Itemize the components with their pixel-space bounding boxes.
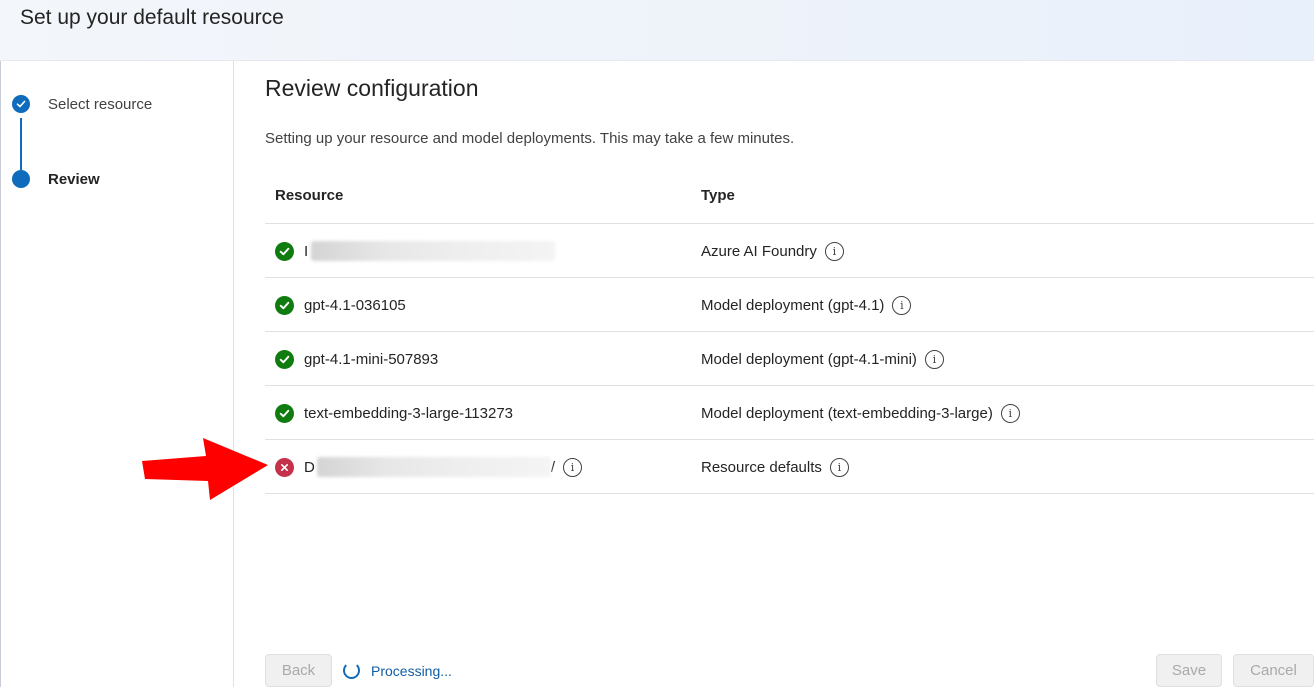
table-row: D / i Resource defaults i [265, 440, 1314, 494]
resource-type: Model deployment (gpt-4.1) [701, 296, 885, 314]
resource-name: D [304, 458, 315, 476]
back-button[interactable]: Back [265, 654, 332, 687]
resource-name: gpt-4.1-mini-507893 [304, 350, 439, 368]
info-icon[interactable]: i [1000, 403, 1020, 423]
processing-indicator: Processing... [343, 654, 452, 687]
resource-cell: I [275, 224, 556, 278]
info-icon[interactable]: i [829, 457, 849, 477]
info-icon[interactable]: i [892, 295, 912, 315]
resource-type: Resource defaults [701, 458, 822, 476]
redacted-text [316, 457, 551, 477]
page-description: Setting up your resource and model deplo… [265, 130, 795, 147]
info-icon[interactable]: i [824, 241, 844, 261]
table-row: text-embedding-3-large-113273 Model depl… [265, 386, 1314, 440]
resource-type: Model deployment (text-embedding-3-large… [701, 404, 993, 422]
resource-cell: gpt-4.1-036105 [275, 278, 406, 332]
redacted-text [311, 241, 556, 261]
type-cell: Azure AI Foundry i [701, 224, 844, 278]
error-x-icon [275, 457, 294, 477]
resource-type: Model deployment (gpt-4.1-mini) [701, 350, 917, 368]
resource-name: I [304, 242, 309, 260]
step-select-resource[interactable]: Select resource [12, 95, 152, 113]
dialog-footer: Back Processing... Save Cancel [265, 654, 1314, 687]
type-cell: Resource defaults i [701, 440, 849, 494]
table-row: gpt-4.1-mini-507893 Model deployment (gp… [265, 332, 1314, 386]
success-check-icon [275, 403, 294, 423]
step-label: Review [48, 170, 100, 188]
save-button[interactable]: Save [1156, 654, 1222, 687]
resource-cell: gpt-4.1-mini-507893 [275, 332, 438, 386]
resource-name-suffix: / [550, 458, 556, 476]
resource-name: gpt-4.1-036105 [304, 296, 406, 314]
table-header: Resource Type [265, 169, 1314, 224]
dialog-header: Set up your default resource [0, 0, 1314, 61]
type-cell: Model deployment (text-embedding-3-large… [701, 386, 1020, 440]
resource-name: text-embedding-3-large-113273 [304, 404, 514, 422]
info-icon[interactable]: i [563, 457, 583, 477]
success-check-icon [275, 295, 294, 315]
type-cell: Model deployment (gpt-4.1-mini) i [701, 332, 944, 386]
red-arrow-annotation-icon [142, 438, 268, 500]
processing-label: Processing... [371, 662, 452, 679]
page-title: Review configuration [265, 75, 479, 101]
dialog-title: Set up your default resource [20, 6, 284, 29]
cancel-button[interactable]: Cancel [1233, 654, 1314, 687]
resource-cell: D / i [275, 440, 583, 494]
step-review[interactable]: Review [12, 170, 100, 188]
spinner-icon [343, 662, 360, 679]
column-header-resource: Resource [275, 187, 344, 204]
resource-table: Resource Type I Azure AI Foundry i gpt-4… [265, 169, 1314, 494]
main-content: Review configuration Setting up your res… [265, 61, 1314, 687]
success-check-icon [275, 349, 294, 369]
checkmark-icon [12, 95, 30, 113]
info-icon[interactable]: i [924, 349, 944, 369]
current-step-dot-icon [12, 170, 30, 188]
table-row: gpt-4.1-036105 Model deployment (gpt-4.1… [265, 278, 1314, 332]
step-connector [20, 118, 22, 170]
table-row: I Azure AI Foundry i [265, 224, 1314, 278]
column-header-type: Type [701, 187, 735, 204]
success-check-icon [275, 241, 294, 261]
step-label: Select resource [48, 95, 153, 113]
resource-type: Azure AI Foundry [701, 242, 817, 260]
wizard-steps: Select resource Review [0, 61, 234, 687]
type-cell: Model deployment (gpt-4.1) i [701, 278, 912, 332]
resource-cell: text-embedding-3-large-113273 [275, 386, 513, 440]
